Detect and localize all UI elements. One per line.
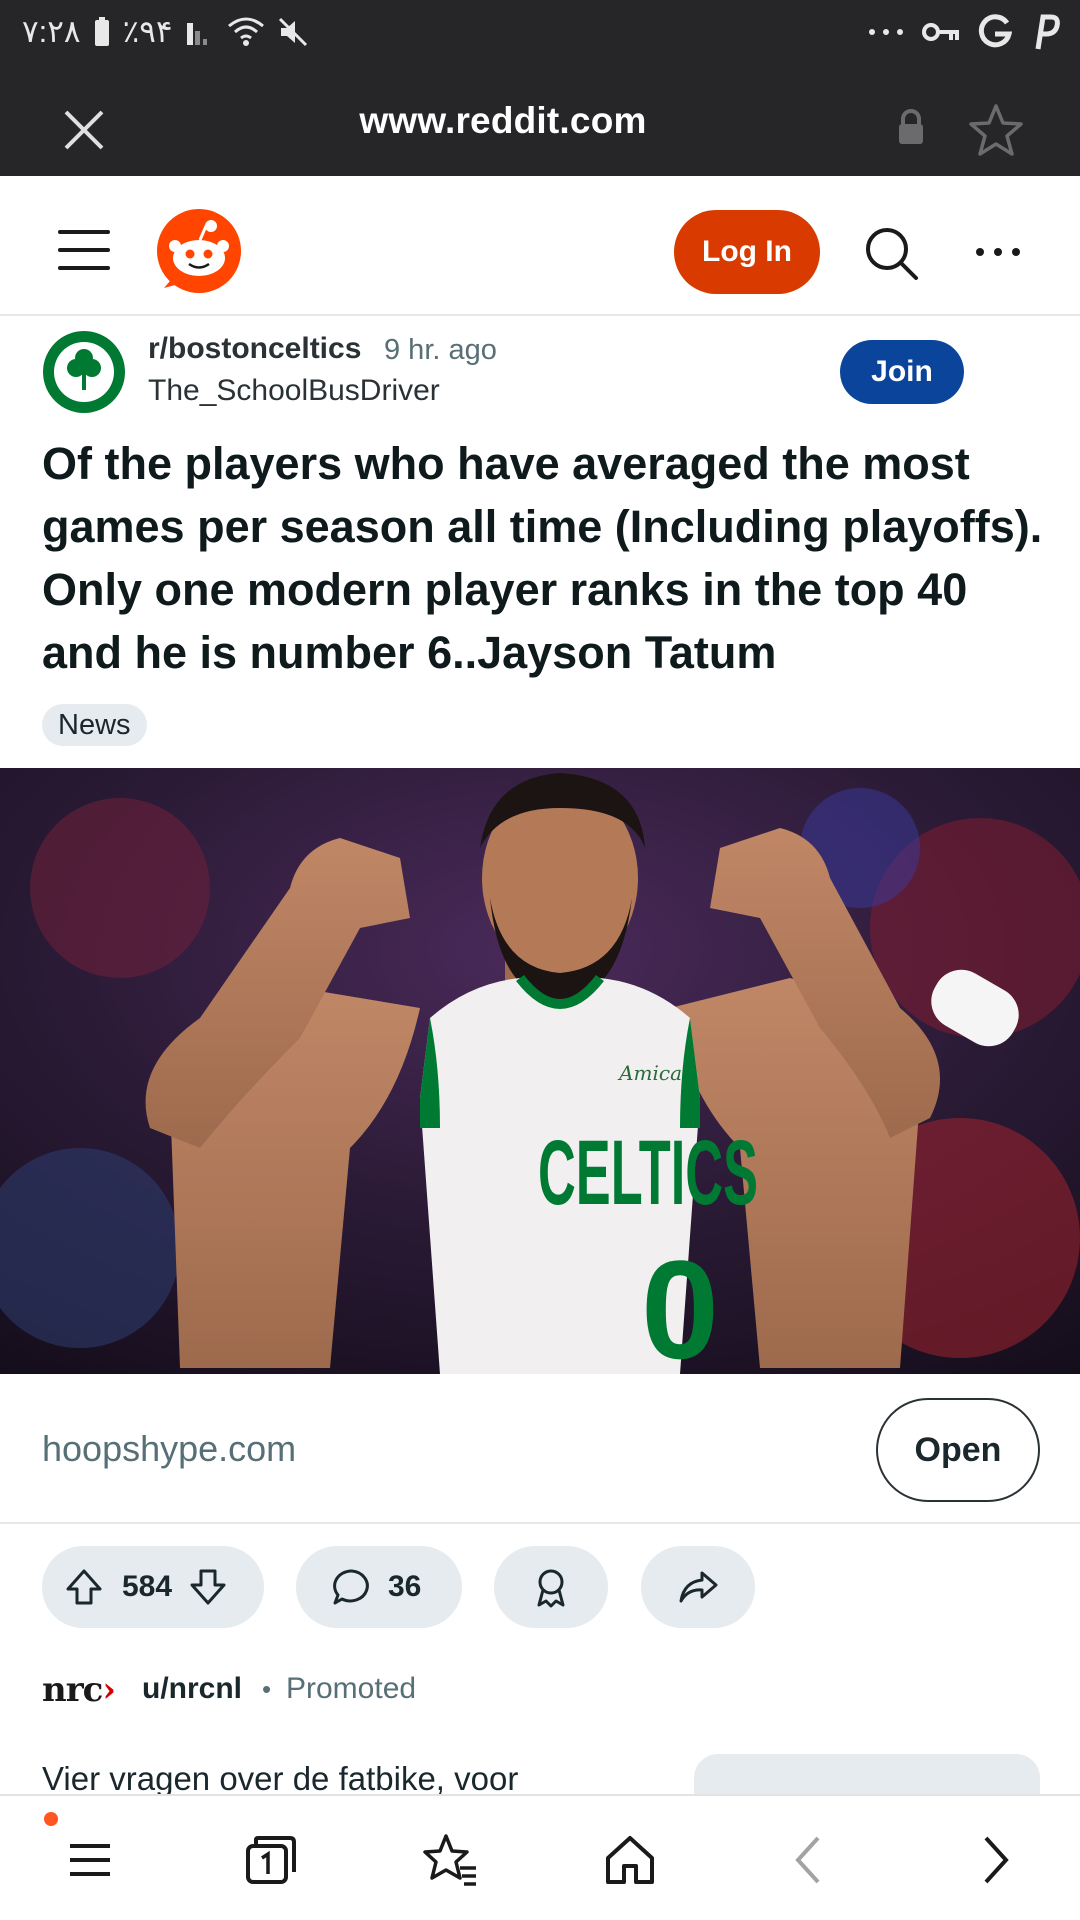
open-link-button[interactable]: Open (876, 1398, 1040, 1502)
jersey-team: CELTICS (538, 1122, 758, 1224)
post-image[interactable]: Amica CELTICS 0 (0, 768, 1080, 1374)
share-icon (676, 1565, 720, 1609)
comment-icon (330, 1565, 374, 1609)
promoted-logo[interactable]: nrc› (42, 1670, 116, 1710)
browser-bottom-nav (0, 1794, 1080, 1920)
promoted-user[interactable]: u/nrcnl (142, 1672, 242, 1706)
mute-icon (277, 16, 309, 48)
promoted-logo-arrow: › (102, 1670, 116, 1710)
search-icon[interactable] (862, 224, 920, 282)
separator-dot: • (262, 1674, 272, 1704)
status-bar: ۷:۲۸ ٪۹۴ (0, 0, 1080, 64)
vote-score: 584 (122, 1570, 173, 1603)
share-button[interactable] (641, 1546, 755, 1628)
jersey-sponsor: Amica (617, 1061, 682, 1085)
jersey-number: 0 (641, 1231, 719, 1374)
bookmarks-icon[interactable] (420, 1830, 480, 1890)
key-icon (922, 20, 960, 44)
back-icon[interactable] (780, 1830, 840, 1890)
promoted-title[interactable]: Vier vragen over de fatbike, voor (42, 1760, 518, 1798)
award-button[interactable] (494, 1546, 608, 1628)
link-domain[interactable]: hoopshype.com (42, 1428, 296, 1470)
status-time: ۷:۲۸ (22, 14, 81, 49)
divider (0, 1522, 1080, 1524)
join-button[interactable]: Join (840, 340, 964, 404)
browser-menu-icon[interactable] (44, 1812, 120, 1890)
post-title[interactable]: Of the players who have averaged the mos… (42, 432, 1052, 684)
bookmark-star-icon[interactable] (966, 102, 1026, 158)
home-icon[interactable] (600, 1830, 660, 1890)
url-text[interactable]: www.reddit.com (0, 100, 1006, 142)
google-icon (978, 14, 1012, 50)
award-icon (529, 1565, 573, 1609)
status-right (868, 10, 1060, 54)
signal-icon (185, 17, 215, 47)
wifi-icon (227, 16, 265, 48)
battery-icon (93, 17, 111, 47)
more-options-icon[interactable] (972, 232, 1024, 272)
post-author[interactable]: The_SchoolBusDriver (148, 374, 440, 408)
post-time: 9 hr. ago (384, 334, 497, 366)
flair-badge[interactable]: News (42, 704, 147, 746)
tabs-icon[interactable] (240, 1830, 300, 1890)
menu-icon[interactable] (58, 230, 110, 272)
lock-icon[interactable] (896, 108, 926, 148)
subreddit-avatar[interactable] (42, 330, 126, 414)
promoted-logo-text: nrc (42, 1670, 103, 1710)
upvote-icon[interactable] (62, 1565, 106, 1609)
status-left: ۷:۲۸ ٪۹۴ (22, 12, 309, 52)
subreddit-name[interactable]: r/bostonceltics (148, 332, 361, 366)
comment-count: 36 (388, 1570, 422, 1603)
downvote-icon[interactable] (186, 1565, 230, 1609)
notification-dot (44, 1812, 58, 1826)
paypal-icon (1030, 13, 1060, 51)
more-dots-icon (868, 27, 904, 37)
reddit-header: Log In (0, 188, 1080, 316)
promoted-label: Promoted (286, 1672, 417, 1705)
comments-button[interactable]: 36 (296, 1546, 462, 1628)
login-button[interactable]: Log In (674, 210, 820, 294)
battery-percent: ٪۹۴ (122, 14, 173, 49)
reddit-logo-icon[interactable] (156, 208, 242, 294)
vote-bar: 584 (42, 1546, 264, 1628)
forward-icon[interactable] (966, 1830, 1026, 1890)
browser-url-bar: www.reddit.com (0, 64, 1080, 248)
